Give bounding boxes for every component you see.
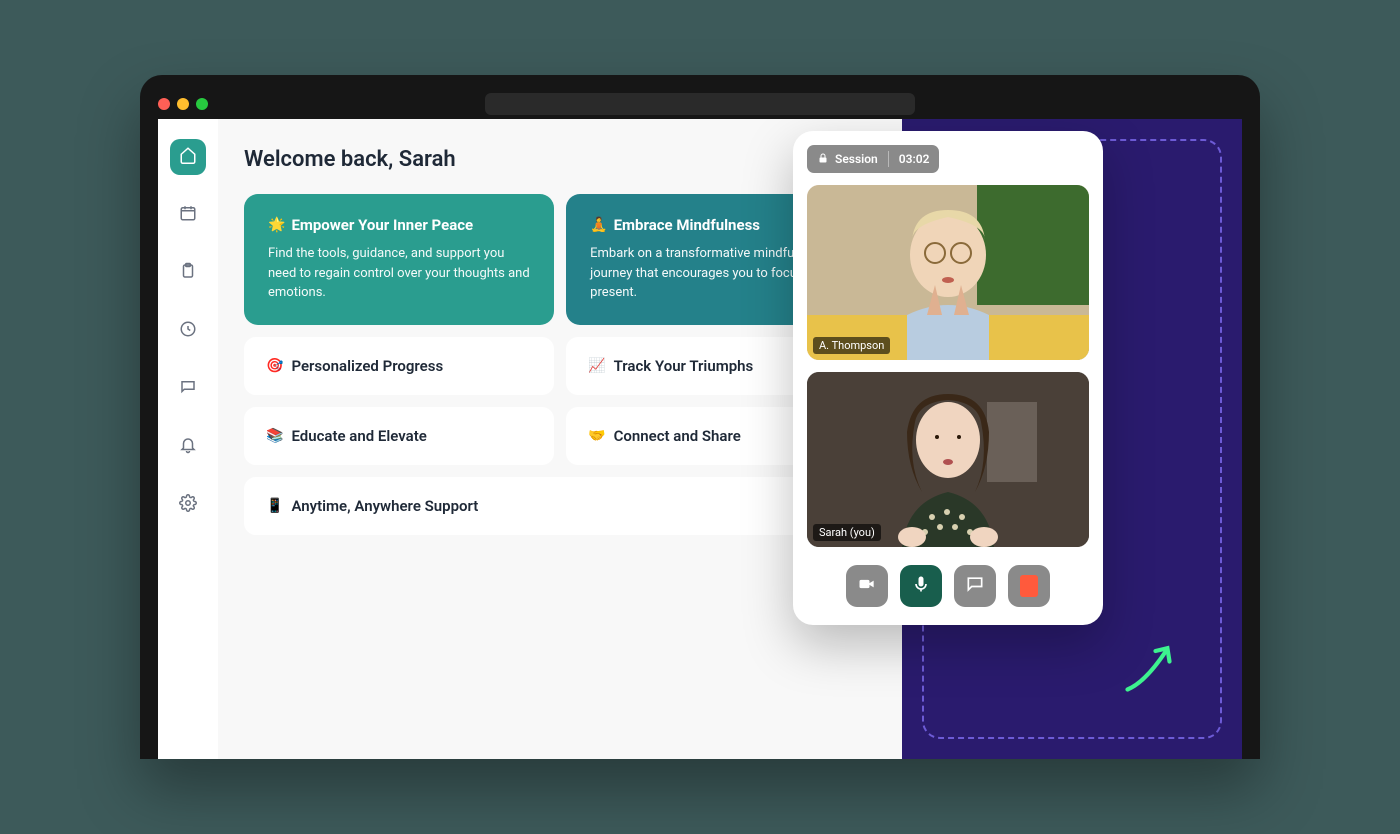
bell-icon	[179, 436, 197, 458]
gear-icon	[179, 494, 197, 516]
feature-card-title: Track Your Triumphs	[614, 357, 754, 375]
video-tile-remote[interactable]: A. Thompson	[807, 185, 1089, 360]
participant-name: A. Thompson	[813, 337, 890, 354]
clock-icon	[179, 320, 197, 342]
chat-toggle-button[interactable]	[954, 565, 996, 607]
hero-card-inner-peace[interactable]: 🌟 Empower Your Inner Peace Find the tool…	[244, 194, 554, 325]
sidebar	[158, 119, 218, 759]
url-bar[interactable]	[485, 93, 915, 115]
participant-name: Sarah (you)	[813, 524, 881, 541]
close-window-button[interactable]	[158, 98, 170, 110]
feature-card-title: Personalized Progress	[291, 357, 443, 375]
sidebar-item-messages[interactable]	[170, 371, 206, 407]
page-title: Welcome back, Sarah	[244, 147, 876, 172]
chart-icon: 📈	[588, 358, 605, 374]
session-timer: 03:02	[899, 152, 930, 166]
camera-toggle-button[interactable]	[846, 565, 888, 607]
hero-card-title: Embrace Mindfulness	[614, 216, 760, 234]
video-tile-self[interactable]: Sarah (you)	[807, 372, 1089, 547]
feature-card-progress[interactable]: 🎯 Personalized Progress	[244, 337, 554, 395]
sidebar-item-activity[interactable]	[170, 313, 206, 349]
arrow-icon	[1117, 630, 1187, 704]
target-icon: 🎯	[266, 358, 283, 374]
home-icon	[179, 146, 197, 168]
feature-card-title: Connect and Share	[614, 427, 741, 445]
end-call-button[interactable]	[1008, 565, 1050, 607]
calendar-icon	[179, 204, 197, 226]
books-icon: 📚	[266, 428, 283, 444]
session-badge: Session 03:02	[807, 145, 939, 173]
chat-bubble-icon	[965, 574, 985, 598]
feature-card-educate[interactable]: 📚 Educate and Elevate	[244, 407, 554, 465]
end-call-icon	[1020, 575, 1038, 597]
hero-card-title: Empower Your Inner Peace	[291, 216, 473, 234]
camera-icon	[857, 574, 877, 598]
window-titlebar	[158, 89, 1242, 119]
microphone-icon	[911, 574, 931, 598]
feature-card-title: Anytime, Anywhere Support	[291, 497, 478, 515]
session-label: Session	[835, 152, 878, 166]
feature-card-support[interactable]: 📱 Anytime, Anywhere Support	[244, 477, 876, 535]
sidebar-item-home[interactable]	[170, 139, 206, 175]
minimize-window-button[interactable]	[177, 98, 189, 110]
hero-card-body: Find the tools, guidance, and support yo…	[268, 244, 530, 303]
sidebar-item-settings[interactable]	[170, 487, 206, 523]
handshake-icon: 🤝	[588, 428, 605, 444]
lock-icon	[817, 152, 829, 167]
video-call-panel: Session 03:02	[793, 131, 1103, 625]
sparkle-icon: 🌟	[268, 217, 285, 233]
chat-icon	[179, 378, 197, 400]
call-controls	[807, 565, 1089, 607]
clipboard-icon	[179, 262, 197, 284]
phone-icon: 📱	[266, 498, 283, 514]
maximize-window-button[interactable]	[196, 98, 208, 110]
sidebar-item-notifications[interactable]	[170, 429, 206, 465]
feature-card-title: Educate and Elevate	[291, 427, 426, 445]
microphone-toggle-button[interactable]	[900, 565, 942, 607]
meditation-icon: 🧘	[590, 217, 607, 233]
sidebar-item-calendar[interactable]	[170, 197, 206, 233]
sidebar-item-clipboard[interactable]	[170, 255, 206, 291]
